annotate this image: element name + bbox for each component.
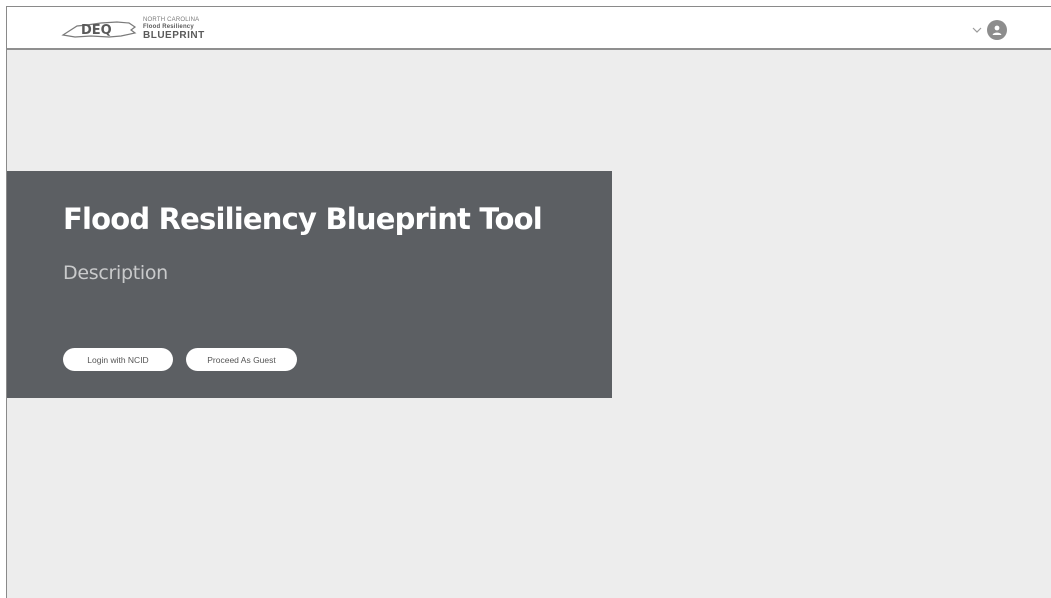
logo-mark-text: DEQ xyxy=(81,23,112,38)
logo-line-blueprint: BLUEPRINT xyxy=(143,30,205,41)
app-frame: DEQ NORTH CAROLINA Flood Resiliency BLUE… xyxy=(6,6,1051,598)
chevron-down-icon[interactable] xyxy=(970,23,984,37)
logo-text: NORTH CAROLINA Flood Resiliency BLUEPRIN… xyxy=(143,17,205,41)
login-ncid-button[interactable]: Login with NCID xyxy=(63,348,173,371)
user-avatar-icon[interactable] xyxy=(987,20,1007,40)
hero-panel: Flood Resiliency Blueprint Tool Descript… xyxy=(7,171,612,398)
nc-deq-blueprint-logo[interactable]: DEQ NORTH CAROLINA Flood Resiliency BLUE… xyxy=(61,14,205,44)
page-description: Description xyxy=(63,262,168,284)
logo-line-state: NORTH CAROLINA xyxy=(143,17,200,23)
deq-state-logo-icon: DEQ xyxy=(61,21,137,38)
top-header: DEQ NORTH CAROLINA Flood Resiliency BLUE… xyxy=(7,7,1051,50)
user-menu[interactable] xyxy=(970,20,1007,40)
proceed-as-guest-button[interactable]: Proceed As Guest xyxy=(186,348,297,371)
page-title: Flood Resiliency Blueprint Tool xyxy=(63,202,543,236)
